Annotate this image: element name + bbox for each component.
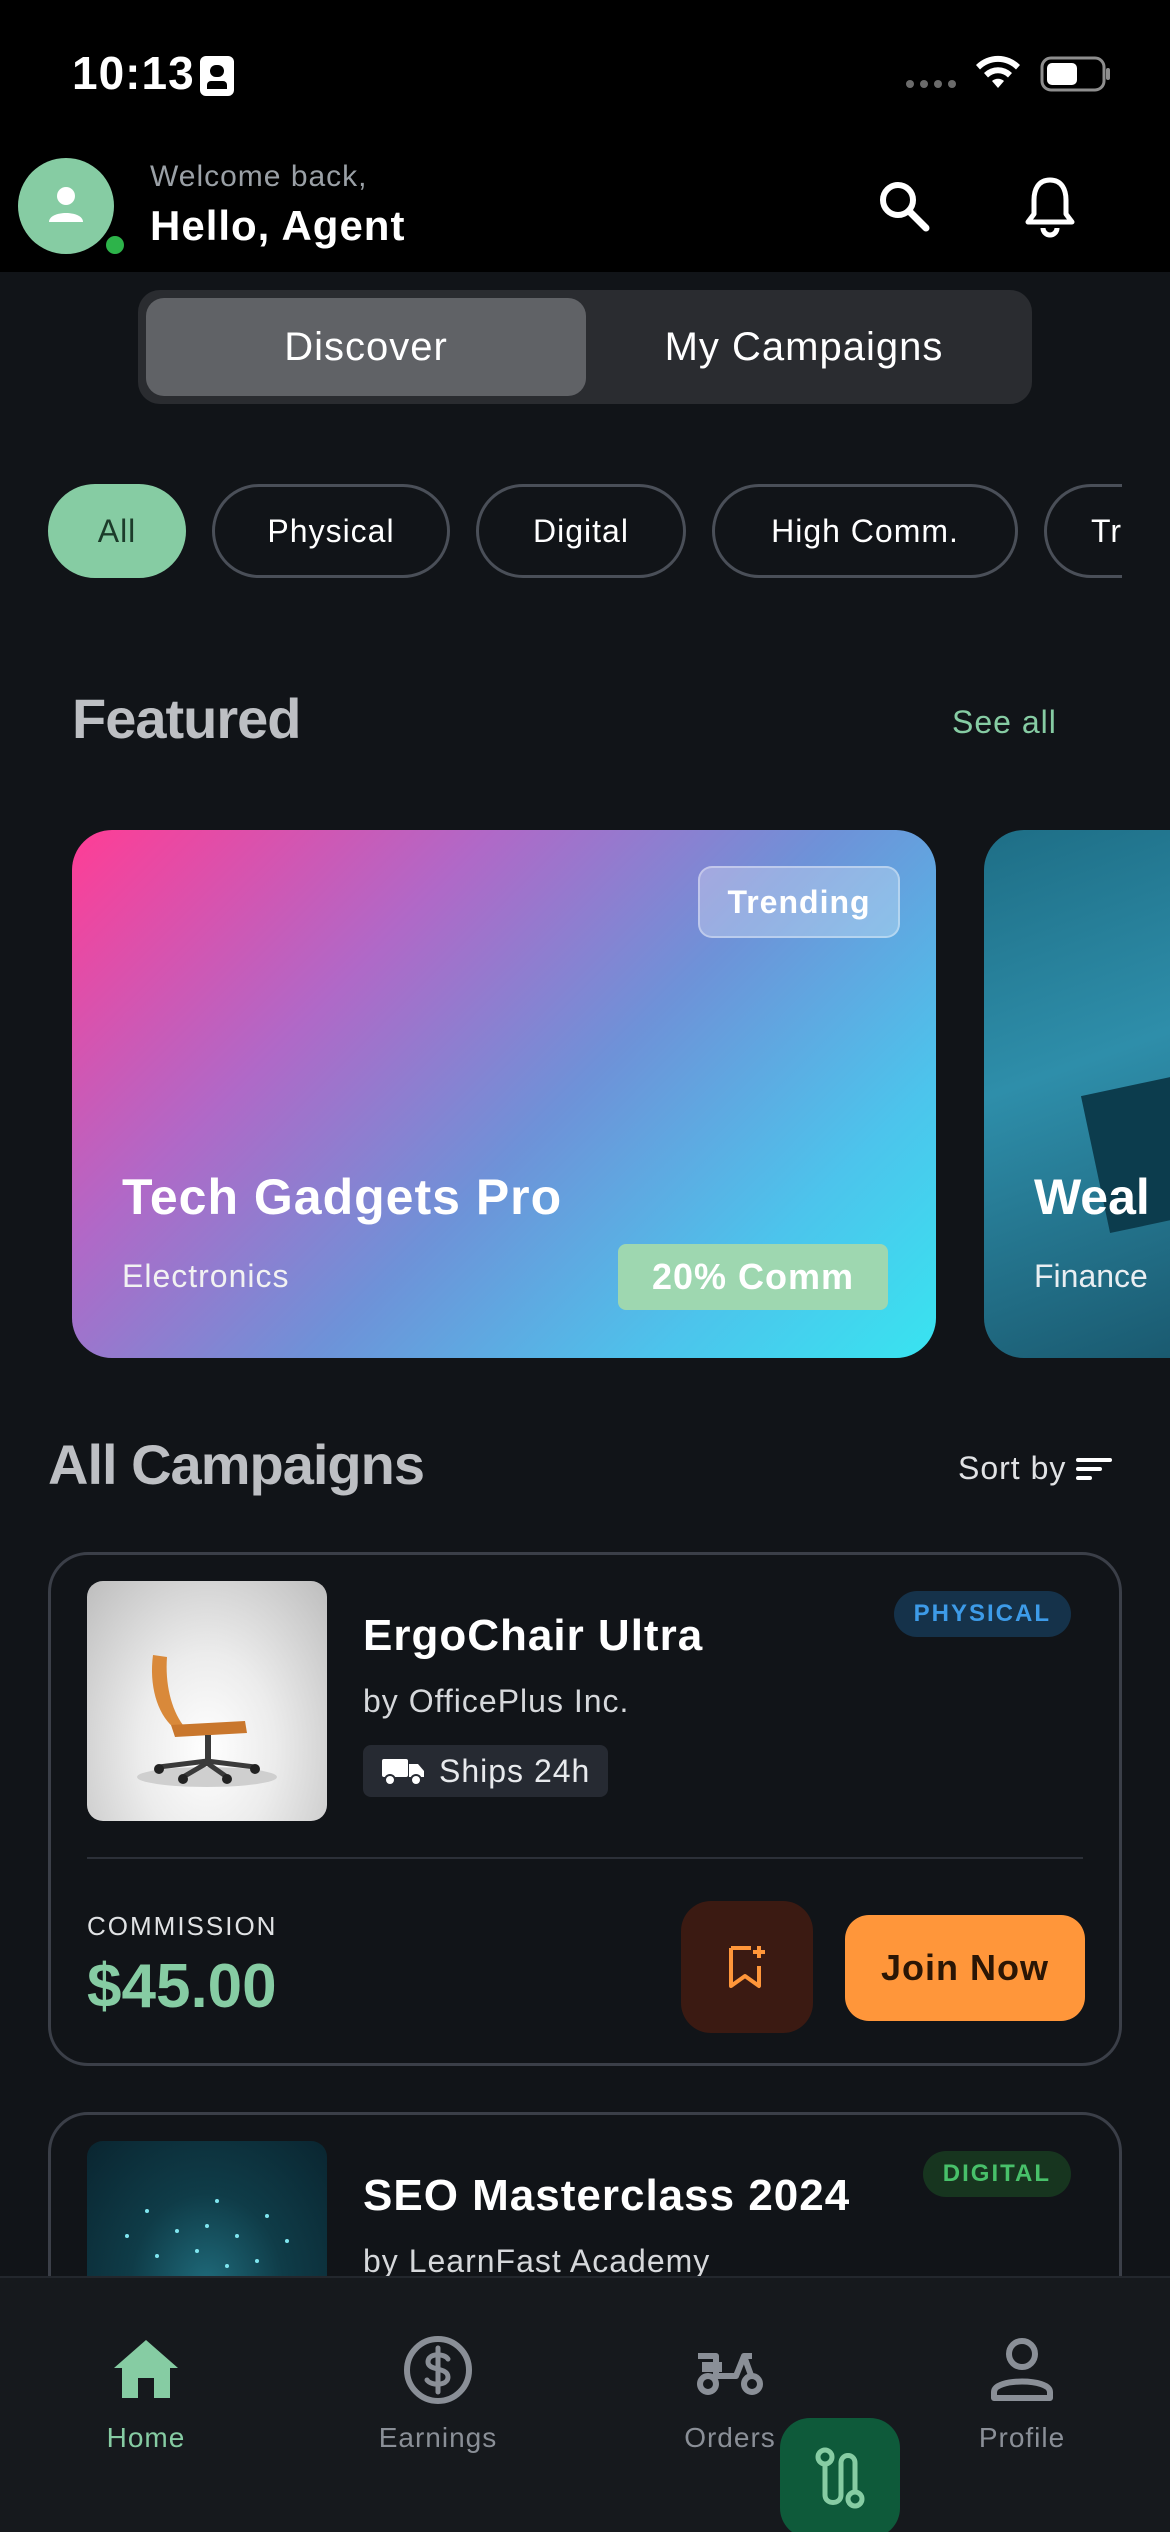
route-icon [815, 2447, 865, 2509]
welcome-subtitle: Welcome back, [150, 160, 368, 193]
campaign-title: ErgoChair Ultra [363, 1611, 704, 1660]
truck-icon [382, 1759, 424, 1786]
commission-label: COMMISSION [87, 1911, 278, 1941]
commission-value: $45.00 [87, 1952, 277, 2021]
type-badge: DIGITAL [922, 2151, 1071, 2197]
featured-card-category: Finance [1034, 1258, 1148, 1294]
bottom-navigation: Home Earnings Orders Profile [0, 2276, 1170, 2532]
nav-home[interactable]: Home [0, 2278, 292, 2458]
avatar[interactable] [18, 158, 128, 258]
online-status-dot [102, 232, 128, 258]
status-bar: 10:13 [0, 0, 1170, 150]
campaign-brand: by LearnFast Academy [363, 2243, 711, 2279]
save-campaign-button[interactable] [681, 1901, 813, 2033]
chip-high-comm[interactable]: High Comm. [712, 484, 1018, 578]
see-all-link[interactable]: See all [952, 704, 1057, 741]
user-icon [991, 2338, 1053, 2401]
featured-card[interactable]: Trending Tech Gadgets Pro Electronics 20… [72, 830, 936, 1358]
featured-card[interactable]: Weal Finance [984, 830, 1170, 1358]
tab-discover[interactable]: Discover [146, 298, 586, 396]
sort-icon [1076, 1457, 1113, 1480]
chip-all[interactable]: All [48, 484, 186, 578]
contact-card-icon [200, 56, 234, 96]
person-icon [49, 187, 83, 222]
nav-profile-label: Profile [978, 2422, 1066, 2453]
nav-home-label: Home [106, 2422, 186, 2453]
status-time: 10:13 [72, 47, 195, 99]
type-badge: PHYSICAL [893, 1591, 1071, 1637]
featured-heading: Featured [72, 687, 301, 750]
cellular-signal-icon [906, 80, 956, 88]
all-campaigns-heading: All Campaigns [48, 1433, 425, 1496]
chip-trending-partial[interactable]: Tr [1044, 484, 1122, 578]
shipping-label: Ships 24h [439, 1752, 591, 1789]
nav-earnings[interactable]: Earnings [292, 2278, 584, 2458]
wifi-icon [976, 55, 1020, 88]
featured-card-title: Tech Gadgets Pro [122, 1169, 563, 1225]
campaign-card[interactable]: ErgoChair Ultra by OfficePlus Inc. PHYSI… [48, 1552, 1122, 2066]
nav-orders-label: Orders [684, 2422, 776, 2453]
featured-card-title: Weal [1034, 1169, 1150, 1225]
battery-icon [1040, 56, 1110, 92]
filter-chips: All Physical Digital High Comm. Tr [48, 484, 1122, 578]
campaign-view-switch: Discover My Campaigns [138, 290, 1032, 404]
product-image [87, 1581, 327, 1821]
join-now-button[interactable]: Join Now [845, 1915, 1085, 2021]
shipping-chip: Ships 24h [363, 1745, 609, 1797]
tab-my-campaigns[interactable]: My Campaigns [584, 298, 1024, 396]
trending-badge: Trending [698, 866, 900, 938]
home-icon [114, 2340, 178, 2398]
commission-badge: 20% Comm [618, 1244, 888, 1310]
chip-digital[interactable]: Digital [476, 484, 686, 578]
sort-by-label: Sort by [958, 1450, 1067, 1486]
campaign-title: SEO Masterclass 2024 [363, 2171, 851, 2220]
route-fab-button[interactable] [780, 2418, 900, 2532]
campaign-brand: by OfficePlus Inc. [363, 1683, 630, 1719]
welcome-title: Hello, Agent [150, 202, 406, 249]
search-icon[interactable] [874, 176, 934, 236]
bell-icon[interactable] [1020, 174, 1080, 238]
scooter-icon [697, 2353, 763, 2395]
bookmark-add-icon [729, 1946, 765, 1988]
featured-card-category: Electronics [122, 1258, 290, 1294]
sort-by-button[interactable]: Sort by [958, 1450, 1114, 1487]
divider [87, 1857, 1083, 1859]
dollar-circle-icon [404, 2336, 472, 2404]
nav-profile[interactable]: Profile [876, 2278, 1168, 2458]
app-header: Welcome back, Hello, Agent [0, 150, 1170, 272]
chip-physical[interactable]: Physical [212, 484, 450, 578]
nav-earnings-label: Earnings [378, 2422, 498, 2453]
